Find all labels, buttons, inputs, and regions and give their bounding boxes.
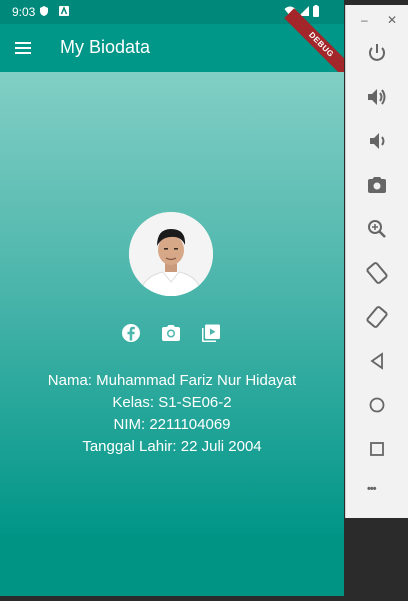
avatar [129,212,213,296]
notification-icon [59,6,69,16]
phone-screen: 9:03 My Biodata DEBUG Nama: Muhammad Far… [0,0,344,596]
home-icon[interactable] [365,393,389,417]
video-library-icon[interactable] [200,322,222,344]
app-bar: My Biodata DEBUG [0,8,344,82]
rotate-left-icon[interactable] [365,261,389,285]
power-icon[interactable] [365,41,389,65]
camera-icon[interactable] [160,322,182,344]
profile-photo [129,212,213,296]
page-title: My Biodata [60,37,151,57]
volume-down-icon[interactable] [365,129,389,153]
class-text: Kelas: S1-SE06-2 [112,394,232,411]
shield-icon [40,6,48,16]
more-icon[interactable]: ••• [367,483,377,495]
rotate-right-icon[interactable] [365,305,389,329]
battery-icon [313,5,319,17]
overview-icon[interactable] [365,437,389,461]
profile-body: Nama: Muhammad Fariz Nur Hidayat Kelas: … [0,72,344,534]
status-time: 9:03 [12,5,36,19]
birthdate-text: Tanggal Lahir: 22 Juli 2004 [82,438,262,455]
volume-up-icon[interactable] [365,85,389,109]
close-button[interactable]: ✕ [387,13,397,27]
menu-icon[interactable] [12,36,36,60]
emulator-toolbar: – ✕ ••• [345,5,408,518]
nim-text: NIM: 2211104069 [113,416,231,433]
back-icon[interactable] [365,349,389,373]
minimize-button[interactable]: – [361,13,368,27]
name-text: Nama: Muhammad Fariz Nur Hidayat [47,372,297,389]
facebook-icon[interactable] [120,322,142,344]
bottom-area [0,534,344,596]
zoom-icon[interactable] [365,217,389,241]
screenshot-icon[interactable] [365,173,389,197]
